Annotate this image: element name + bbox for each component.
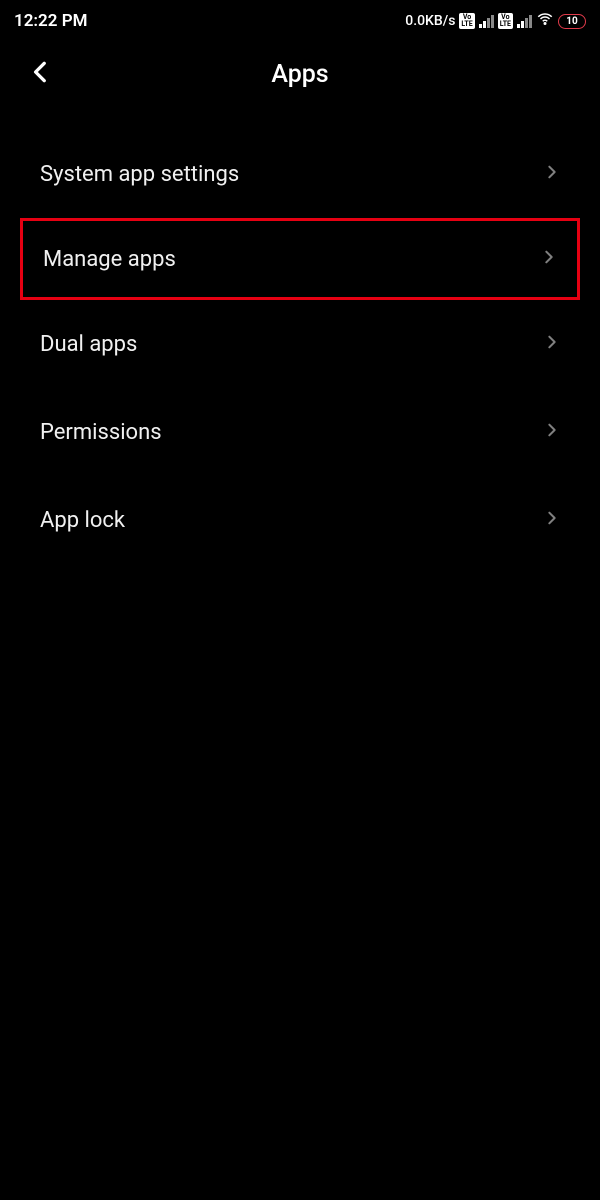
back-button[interactable]: [28, 59, 54, 89]
chevron-right-icon: [541, 249, 557, 269]
list-item-label: Permissions: [40, 420, 162, 445]
volte-icon: VoLTE: [459, 13, 474, 29]
list-item-app-lock[interactable]: App lock: [0, 476, 600, 564]
volte-icon-2: VoLTE: [498, 13, 513, 29]
list-item-dual-apps[interactable]: Dual apps: [0, 300, 600, 388]
status-bar: 12:22 PM 0.0KB/s VoLTE VoLTE 10: [0, 0, 600, 38]
list-item-permissions[interactable]: Permissions: [0, 388, 600, 476]
chevron-right-icon: [544, 510, 560, 530]
list-item-label: App lock: [40, 508, 125, 533]
chevron-right-icon: [544, 164, 560, 184]
wifi-icon: [536, 10, 554, 32]
network-speed: 0.0KB/s: [405, 13, 455, 29]
status-time: 12:22 PM: [14, 11, 88, 31]
page-title: Apps: [271, 60, 328, 89]
list-item-label: System app settings: [40, 162, 239, 187]
list-item-label: Dual apps: [40, 332, 137, 357]
list-item-manage-apps[interactable]: Manage apps: [20, 218, 580, 300]
signal-icon-2: [517, 14, 532, 28]
battery-icon: 10: [558, 14, 586, 29]
list-item-system-app-settings[interactable]: System app settings: [0, 130, 600, 218]
chevron-right-icon: [544, 334, 560, 354]
page-header: Apps: [0, 38, 600, 110]
chevron-right-icon: [544, 422, 560, 442]
status-right: 0.0KB/s VoLTE VoLTE 10: [405, 10, 586, 32]
settings-list: System app settings Manage apps Dual app…: [0, 110, 600, 564]
list-item-label: Manage apps: [43, 247, 176, 272]
signal-icon-1: [479, 14, 494, 28]
